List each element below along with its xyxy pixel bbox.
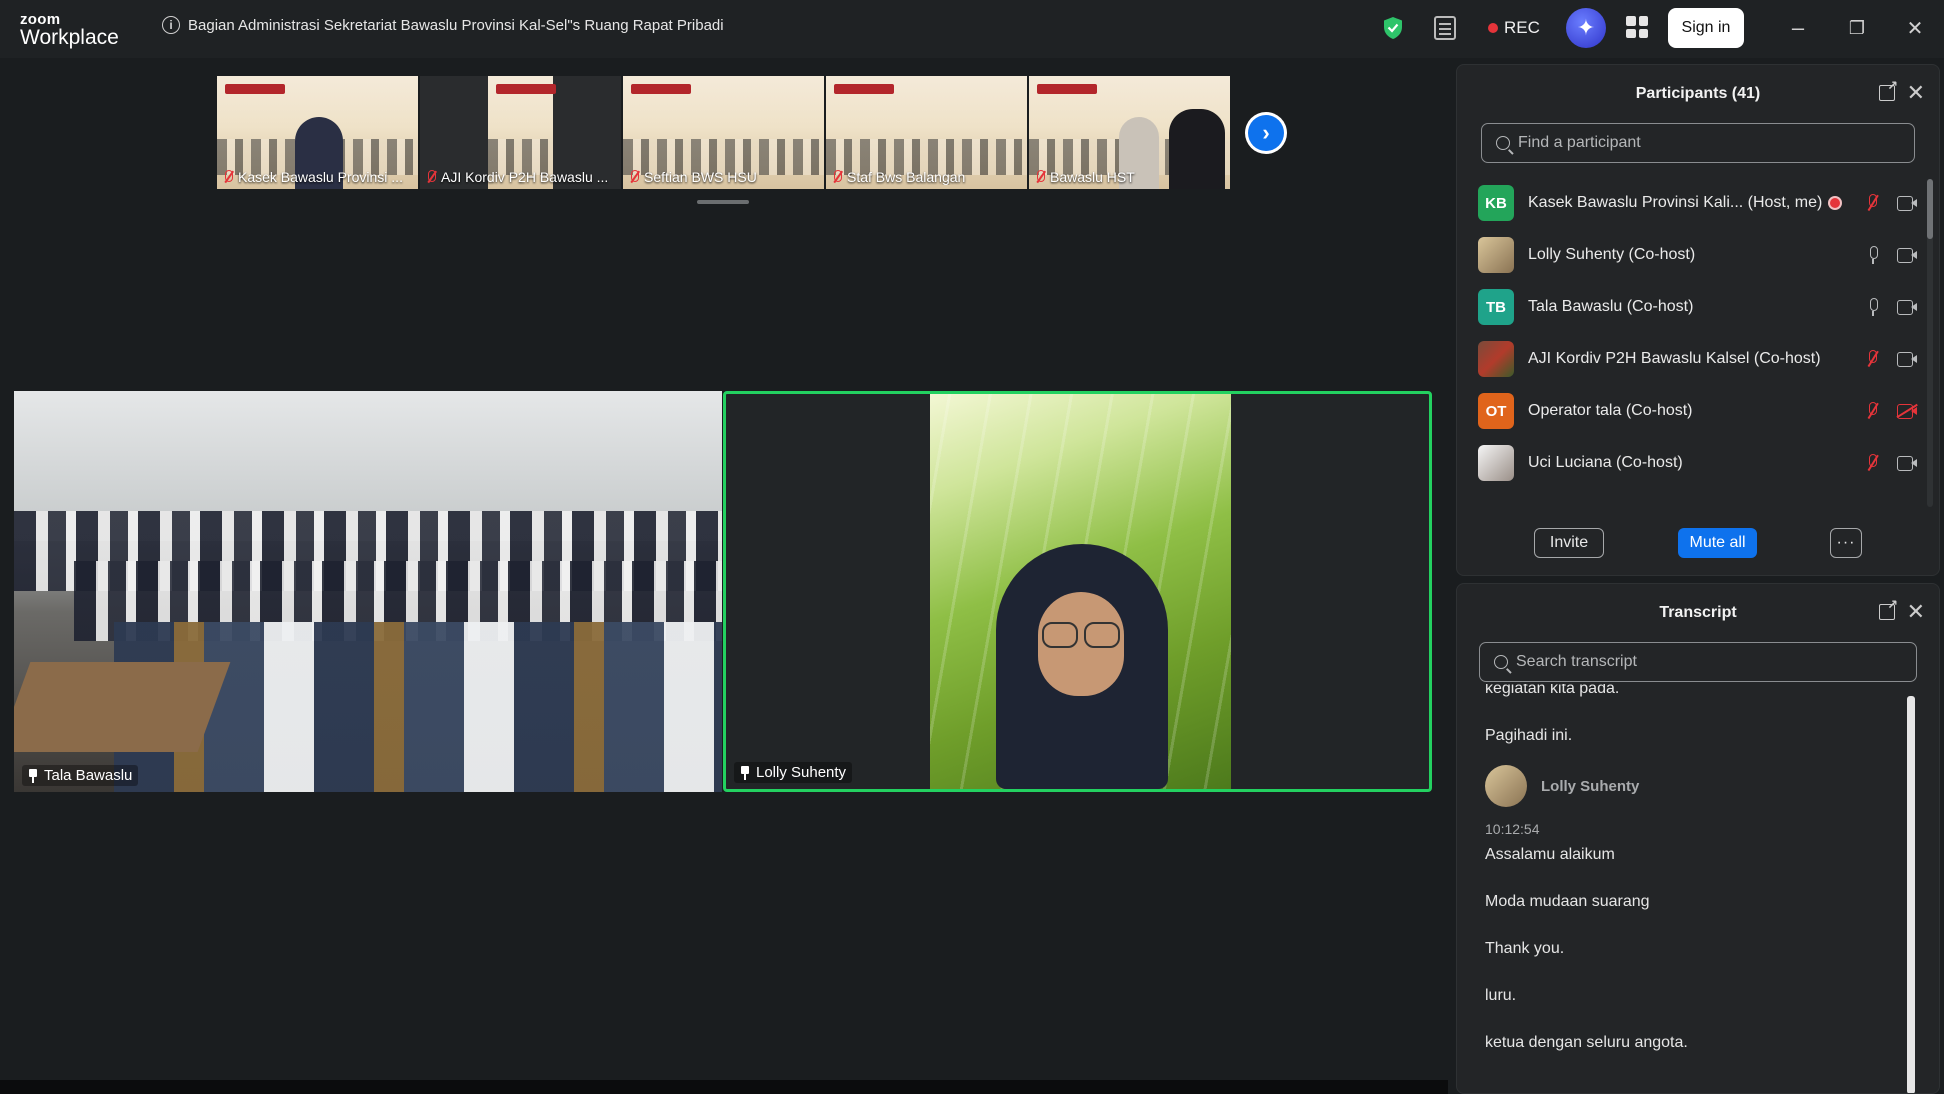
info-icon[interactable]: i bbox=[162, 16, 180, 34]
pin-icon bbox=[740, 765, 750, 780]
strip-resize-handle[interactable] bbox=[697, 200, 749, 204]
thumbnail-video[interactable]: Bawaslu HST bbox=[1029, 76, 1230, 189]
notes-icon[interactable] bbox=[1434, 16, 1456, 40]
participant-search-input[interactable]: Find a participant bbox=[1481, 123, 1915, 163]
camera-icon[interactable] bbox=[1897, 352, 1917, 367]
pop-out-icon[interactable] bbox=[1879, 597, 1898, 620]
participant-row[interactable] bbox=[1457, 489, 1939, 497]
next-page-button[interactable]: › bbox=[1245, 112, 1287, 154]
mic-icon[interactable] bbox=[1867, 246, 1879, 264]
ai-companion-button[interactable]: ✦ bbox=[1566, 8, 1606, 48]
avatar bbox=[1478, 237, 1514, 273]
record-dot-icon bbox=[1488, 23, 1498, 33]
title-bar: zoom Workplace i Bagian Administrasi Sek… bbox=[0, 0, 1944, 58]
camera-off-icon[interactable] bbox=[1896, 403, 1918, 419]
thumbnail-video[interactable]: Seftian BWS HSU bbox=[623, 76, 824, 189]
transcript-line: Thank you. bbox=[1485, 940, 1565, 957]
transcript-line: Moda mudaan suarang bbox=[1485, 893, 1650, 910]
camera-icon[interactable] bbox=[1897, 456, 1917, 471]
meeting-title: Bagian Administrasi Sekretariat Bawaslu … bbox=[188, 16, 724, 34]
camera-icon[interactable] bbox=[1897, 248, 1917, 263]
more-options-button[interactable]: ··· bbox=[1830, 528, 1862, 558]
search-icon bbox=[1494, 655, 1508, 669]
avatar: OT bbox=[1478, 393, 1514, 429]
camera-feed bbox=[930, 394, 1231, 789]
pop-out-icon[interactable] bbox=[1879, 78, 1898, 101]
thumbnail-video[interactable]: Kasek Bawaslu Provinsi ... bbox=[217, 76, 418, 189]
video-tile-tala[interactable]: Tala Bawaslu bbox=[14, 391, 722, 792]
close-window-icon[interactable]: ✕ bbox=[1901, 14, 1929, 42]
meeting-table bbox=[14, 662, 231, 752]
transcript-speaker: Lolly Suhenty bbox=[1485, 765, 1639, 807]
mic-off-icon bbox=[832, 170, 842, 184]
sparkle-icon: ✦ bbox=[1576, 15, 1596, 40]
apps-icon[interactable] bbox=[1626, 16, 1648, 38]
bottom-bar bbox=[0, 1080, 1448, 1094]
video-name-label: Tala Bawaslu bbox=[22, 765, 139, 786]
participant-row[interactable]: Lolly Suhenty (Co-host) bbox=[1457, 229, 1939, 281]
glasses bbox=[1042, 622, 1120, 648]
camera-icon[interactable] bbox=[1897, 196, 1917, 211]
recording-indicator[interactable]: REC bbox=[1488, 18, 1540, 38]
avatar bbox=[1485, 765, 1527, 807]
meeting-info[interactable]: i Bagian Administrasi Sekretariat Bawasl… bbox=[162, 16, 724, 34]
transcript-line: Pagihadi ini. bbox=[1485, 727, 1573, 744]
transcript-search-input[interactable]: Search transcript bbox=[1479, 642, 1917, 682]
video-name-label: Lolly Suhenty bbox=[734, 762, 853, 783]
participant-row[interactable]: OT Operator tala (Co-host) bbox=[1457, 385, 1939, 437]
avatar bbox=[1478, 445, 1514, 481]
minimize-icon[interactable]: – bbox=[1784, 14, 1812, 42]
mic-muted-icon[interactable] bbox=[1865, 454, 1879, 472]
thumbnail-video[interactable]: AJI Kordiv P2H Bawaslu ... bbox=[420, 76, 621, 189]
transcript-line: luru. bbox=[1485, 987, 1517, 1004]
scrollbar-thumb[interactable] bbox=[1927, 179, 1933, 239]
chevron-right-icon: › bbox=[1248, 115, 1284, 151]
mic-off-icon bbox=[1035, 170, 1045, 184]
transcript-title: Transcript bbox=[1659, 604, 1737, 621]
avatar: KB bbox=[1478, 185, 1514, 221]
close-icon[interactable]: ✕ bbox=[1907, 599, 1925, 625]
participant-row[interactable]: KB Kasek Bawaslu Provinsi Kali... (Host,… bbox=[1457, 177, 1939, 229]
participant-row[interactable]: AJI Kordiv P2H Bawaslu Kalsel (Co-host) bbox=[1457, 333, 1939, 385]
restore-icon[interactable]: ❐ bbox=[1843, 14, 1871, 42]
pin-icon bbox=[28, 768, 38, 783]
mic-icon[interactable] bbox=[1867, 298, 1879, 316]
transcript-line: Assalamu alaikum bbox=[1485, 846, 1615, 863]
mic-off-icon bbox=[223, 170, 233, 184]
participant-row[interactable]: TB Tala Bawaslu (Co-host) bbox=[1457, 281, 1939, 333]
mic-muted-icon[interactable] bbox=[1865, 194, 1879, 212]
participants-title: Participants (41) bbox=[1635, 85, 1761, 102]
avatar bbox=[1478, 341, 1514, 377]
transcript-line: kegiatan kita pada. bbox=[1485, 684, 1620, 697]
close-icon[interactable]: ✕ bbox=[1907, 80, 1925, 106]
participant-row[interactable]: Uci Luciana (Co-host) bbox=[1457, 437, 1939, 489]
avatar: TB bbox=[1478, 289, 1514, 325]
transcript-line: ketua dengan seluru angota. bbox=[1485, 1034, 1688, 1051]
mic-off-icon bbox=[426, 170, 436, 184]
recording-icon bbox=[1830, 198, 1841, 208]
participant-list: KB Kasek Bawaslu Provinsi Kali... (Host,… bbox=[1457, 177, 1939, 497]
search-icon bbox=[1496, 136, 1510, 150]
video-tile-lolly[interactable]: Lolly Suhenty bbox=[723, 391, 1432, 792]
invite-button[interactable]: Invite bbox=[1534, 528, 1604, 558]
mute-all-button[interactable]: Mute all bbox=[1678, 528, 1757, 558]
zoom-logo: zoom Workplace bbox=[20, 11, 119, 49]
thumbnail-strip: Kasek Bawaslu Provinsi ... AJI Kordiv P2… bbox=[217, 76, 1230, 189]
transcript-panel: Transcript ✕ Search transcript kegiatan … bbox=[1456, 583, 1940, 1094]
camera-icon[interactable] bbox=[1897, 300, 1917, 315]
security-shield-icon[interactable] bbox=[1383, 16, 1403, 40]
participants-panel: Participants (41) ✕ Find a participant K… bbox=[1456, 64, 1940, 576]
sign-in-button[interactable]: Sign in bbox=[1668, 8, 1744, 48]
scrollbar-thumb[interactable] bbox=[1907, 696, 1915, 1093]
mic-muted-icon[interactable] bbox=[1865, 350, 1879, 368]
transcript-list: kegiatan kita pada. Pagihadi ini. Lolly … bbox=[1457, 684, 1939, 1093]
rec-label: REC bbox=[1504, 18, 1540, 37]
thumbnail-video[interactable]: Staf Bws Balangan bbox=[826, 76, 1027, 189]
mic-muted-icon[interactable] bbox=[1865, 402, 1879, 420]
transcript-time: 10:12:54 bbox=[1485, 821, 1540, 837]
mic-off-icon bbox=[629, 170, 639, 184]
